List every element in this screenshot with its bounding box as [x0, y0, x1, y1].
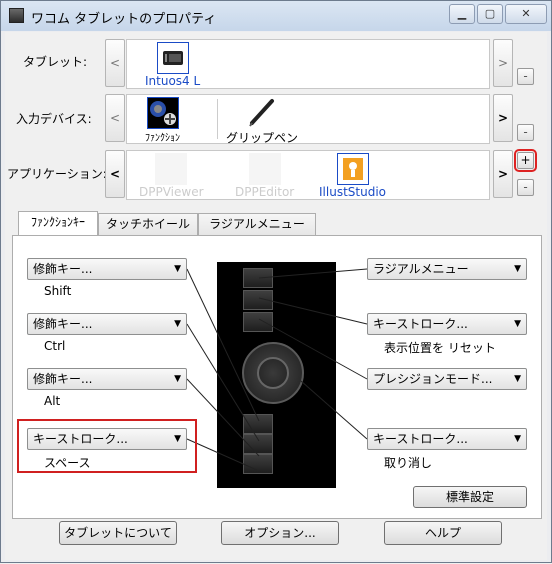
app-item-label: DPPEditor: [235, 185, 295, 199]
maximize-button[interactable]: ▢: [477, 4, 503, 24]
application-label: アプリケーション:: [7, 167, 107, 181]
tablet-item[interactable]: Intuos4 L: [145, 42, 200, 88]
expresskeys-device: [217, 262, 336, 488]
key4-dropdown[interactable]: キーストローク... ▼: [27, 428, 187, 450]
device-remove-button[interactable]: -: [517, 124, 534, 141]
tablet-icon: [156, 42, 189, 74]
chevron-down-icon: ▼: [514, 264, 521, 274]
app-icon: [155, 153, 188, 185]
express-key: [243, 434, 273, 454]
key3-dropdown[interactable]: 修飾キー... ▼: [27, 368, 187, 390]
chevron-down-icon: ▼: [174, 374, 181, 384]
express-key: [243, 414, 273, 434]
application-scroll-right-button[interactable]: >: [493, 150, 513, 198]
key6-dropdown[interactable]: キーストローク... ▼: [367, 313, 527, 335]
tab-radial-menu[interactable]: ラジアルメニュー: [198, 213, 316, 235]
options-button[interactable]: オプション...: [221, 521, 339, 545]
application-remove-button[interactable]: -: [517, 179, 534, 196]
touch-ring-center: [257, 357, 289, 389]
application-list: DPPViewer DPPEditor IllustStudio: [126, 150, 490, 200]
key1-value: 修飾キー...: [33, 262, 93, 276]
key4-caption: スペース: [44, 456, 91, 470]
chevron-down-icon: ▼: [514, 434, 521, 444]
chevron-down-icon: ▼: [174, 434, 181, 444]
express-key: [243, 290, 273, 310]
device-scroll-right-button[interactable]: >: [493, 94, 513, 142]
app-icon: [248, 153, 281, 185]
minimize-button[interactable]: ▁: [449, 4, 475, 24]
function-keys-item[interactable]: ﾌｧﾝｸｼｮﾝ: [145, 97, 180, 144]
express-key: [243, 268, 273, 288]
key6-value: キーストローク...: [373, 317, 468, 331]
key2-dropdown[interactable]: 修飾キー... ▼: [27, 313, 187, 335]
grip-pen-item[interactable]: グリップペン: [226, 97, 298, 146]
key3-caption: Alt: [44, 394, 61, 408]
tablet-scroll-left-button[interactable]: <: [105, 39, 125, 87]
tab-touch-wheel[interactable]: タッチホイール: [98, 213, 198, 235]
default-settings-button[interactable]: 標準設定: [413, 486, 527, 508]
application-add-button[interactable]: +: [514, 149, 537, 172]
tablet-scroll-right-button[interactable]: >: [493, 39, 513, 87]
key6-caption: 表示位置を リセット: [384, 341, 496, 355]
app-item-label: IllustStudio: [319, 185, 386, 199]
grip-pen-label: グリップペン: [226, 131, 299, 145]
tablet-label: タブレット:: [23, 55, 88, 69]
key3-value: 修飾キー...: [33, 372, 93, 386]
key7-dropdown[interactable]: プレシジョンモード... ▼: [367, 368, 527, 390]
device-label: 入力デバイス:: [16, 112, 92, 126]
key5-dropdown[interactable]: ラジアルメニュー ▼: [367, 258, 527, 280]
properties-window: ワコム タブレットのプロパティ ▁ ▢ ✕ タブレット: < Intuos4 L…: [0, 0, 552, 563]
app-item-illuststudio[interactable]: IllustStudio: [319, 153, 386, 199]
function-keys-label: ﾌｧﾝｸｼｮﾝ: [145, 133, 180, 144]
tablet-list: Intuos4 L: [126, 39, 490, 89]
tab-function-keys[interactable]: ﾌｧﾝｸｼｮﾝｷｰ: [18, 211, 98, 235]
key8-caption: 取り消し: [384, 456, 433, 470]
chevron-down-icon: ▼: [174, 264, 181, 274]
about-tablet-button[interactable]: タブレットについて: [59, 521, 177, 545]
application-scroll-left-button[interactable]: <: [105, 150, 125, 198]
app-item-dppeditor[interactable]: DPPEditor: [235, 153, 294, 199]
close-button[interactable]: ✕: [505, 4, 547, 24]
key1-dropdown[interactable]: 修飾キー... ▼: [27, 258, 187, 280]
device-scroll-left-button[interactable]: <: [105, 94, 125, 142]
chevron-down-icon: ▼: [174, 319, 181, 329]
key8-value: キーストローク...: [373, 432, 468, 446]
function-keys-icon: [146, 97, 179, 129]
chevron-down-icon: ▼: [514, 374, 521, 384]
wacom-app-icon: [9, 8, 24, 23]
app-item-label: DPPViewer: [139, 185, 204, 199]
device-divider: [217, 99, 218, 139]
key2-caption: Ctrl: [44, 339, 66, 353]
key5-value: ラジアルメニュー: [373, 262, 469, 276]
help-button[interactable]: ヘルプ: [384, 521, 502, 545]
tablet-remove-button[interactable]: -: [517, 68, 534, 85]
key2-value: 修飾キー...: [33, 317, 93, 331]
express-key: [243, 312, 273, 332]
key8-dropdown[interactable]: キーストローク... ▼: [367, 428, 527, 450]
key4-value: キーストローク...: [33, 432, 128, 446]
key7-value: プレシジョンモード...: [373, 372, 493, 386]
grip-pen-icon: [246, 97, 278, 129]
illuststudio-icon: [336, 153, 369, 185]
window-title: ワコム タブレットのプロパティ: [31, 12, 217, 27]
title-bar: ワコム タブレットのプロパティ ▁ ▢ ✕: [1, 1, 551, 31]
key1-caption: Shift: [44, 284, 72, 298]
app-item-dppviewer[interactable]: DPPViewer: [139, 153, 204, 199]
express-key: [243, 454, 273, 474]
chevron-down-icon: ▼: [514, 319, 521, 329]
device-list: ﾌｧﾝｸｼｮﾝ グリップペン: [126, 94, 490, 146]
tablet-item-label: Intuos4 L: [145, 74, 201, 88]
